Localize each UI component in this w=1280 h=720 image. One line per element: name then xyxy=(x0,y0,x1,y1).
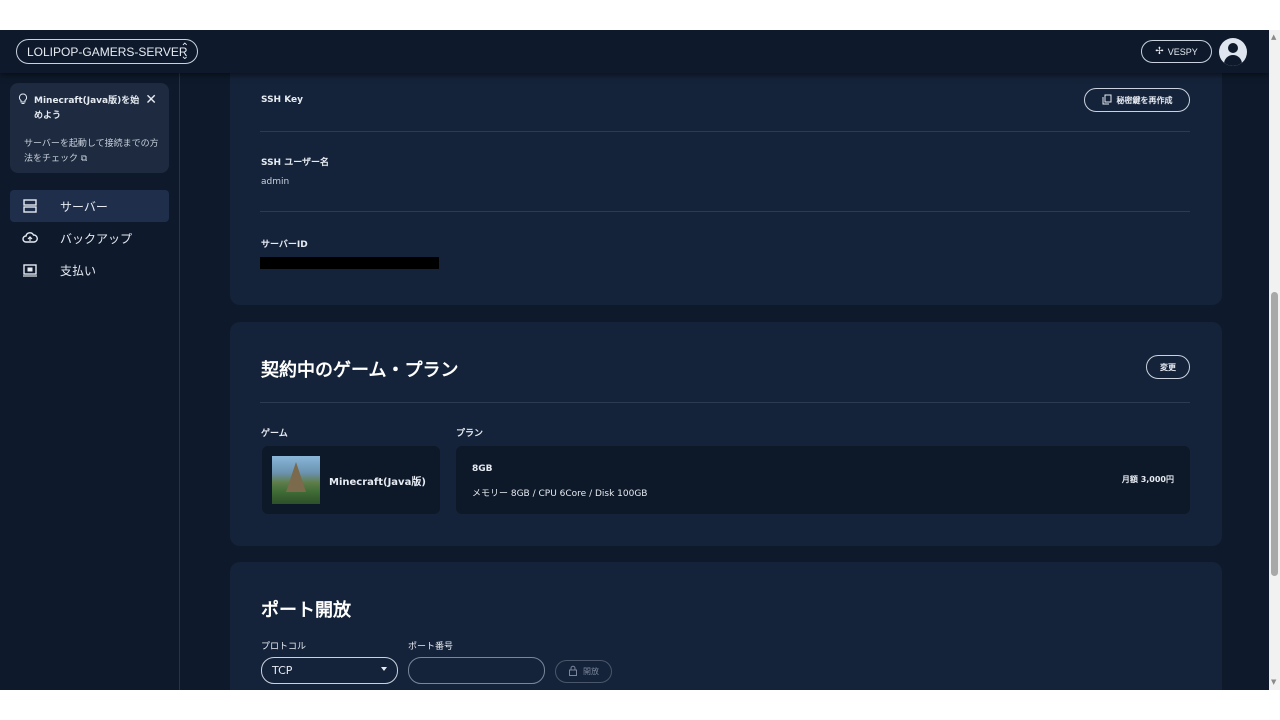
server-selector[interactable]: LOLIPOP-GAMERS-SERVER ⌃ ⌄ xyxy=(16,39,198,64)
avatar-head xyxy=(1228,43,1238,53)
change-plan-button[interactable]: 変更 xyxy=(1146,355,1190,379)
port-card: ポート開放 プロトコル ポート番号 TCP 開放 xyxy=(230,562,1222,690)
sidebar-item-label: サーバー xyxy=(60,199,108,214)
tip-body[interactable]: サーバーを起動して接続までの方法をチェック ⧉ xyxy=(24,137,164,167)
protocol-value: TCP xyxy=(272,664,293,677)
browser-bottom-area xyxy=(0,690,1280,720)
unfold-icon: ⌃ ⌄ xyxy=(180,42,189,62)
scrollbar-thumb[interactable] xyxy=(1271,292,1278,576)
top-header: LOLIPOP-GAMERS-SERVER ⌃ ⌄ ✢ VESPY xyxy=(0,30,1269,73)
divider xyxy=(260,211,1190,212)
plan-price: 月額 3,000円 xyxy=(1121,475,1174,484)
divider xyxy=(260,131,1190,132)
avatar-body xyxy=(1224,55,1242,66)
game-label: ゲーム xyxy=(261,429,288,439)
plan-card: 契約中のゲーム・プラン 変更 ゲーム プラン Minecraft(Java版) … xyxy=(230,322,1222,546)
plan-spec: メモリー 8GB / CPU 6Core / Disk 100GB xyxy=(472,489,648,499)
sidebar-item-label: バックアップ xyxy=(60,231,133,246)
protocol-select[interactable]: TCP xyxy=(261,657,398,684)
avatar[interactable] xyxy=(1219,38,1247,66)
server-id-label: サーバーID xyxy=(261,240,308,250)
plan-section-title: 契約中のゲーム・プラン xyxy=(261,360,459,381)
minecraft-thumbnail xyxy=(272,456,320,504)
game-box: Minecraft(Java版) xyxy=(262,446,440,514)
user-name: VESPY xyxy=(1167,46,1198,57)
close-icon[interactable]: ✕ xyxy=(145,92,157,108)
page-scrollbar[interactable]: ▲ ▼ xyxy=(1269,30,1280,690)
sidebar-item-server[interactable]: サーバー xyxy=(10,190,169,222)
ssh-key-label: SSH Key xyxy=(261,95,304,105)
external-link-icon: ⧉ xyxy=(80,154,88,164)
server-id-redacted xyxy=(260,257,439,269)
server-name: LOLIPOP-GAMERS-SERVER xyxy=(27,44,188,59)
plan-label: プラン xyxy=(456,429,484,439)
tip-body-text: サーバーを起動して接続までの方法をチェック xyxy=(24,139,159,164)
cloud-upload-icon xyxy=(22,230,38,246)
scroll-up-icon[interactable]: ▲ xyxy=(1271,33,1276,41)
server-icon xyxy=(22,198,38,214)
sparkle-icon: ✢ xyxy=(1155,46,1164,57)
scroll-down-icon[interactable]: ▼ xyxy=(1271,678,1276,686)
change-plan-label: 変更 xyxy=(1160,362,1176,372)
lightbulb-icon xyxy=(18,93,28,108)
port-input[interactable] xyxy=(408,657,545,684)
ssh-user-value: admin xyxy=(261,177,290,187)
main-content: SSH Key 秘密鍵を再作成 SSH ユーザー名 admin サーバーID 契… xyxy=(180,73,1269,690)
sidebar-nav: サーバー バックアップ 支払い xyxy=(10,190,169,286)
sidebar: Minecraft(Java版)を始めよう ✕ サーバーを起動して接続までの方法… xyxy=(0,73,180,690)
caret-down-icon xyxy=(381,667,387,671)
plan-name: 8GB xyxy=(472,464,493,474)
ssh-card: SSH Key 秘密鍵を再作成 SSH ユーザー名 admin サーバーID xyxy=(230,73,1222,305)
tip-title: Minecraft(Java版)を始めよう xyxy=(34,96,140,121)
lock-icon xyxy=(568,665,578,678)
app-window: LOLIPOP-GAMERS-SERVER ⌃ ⌄ ✢ VESPY Minecra… xyxy=(0,30,1269,690)
open-port-label: 開放 xyxy=(583,667,599,676)
open-port-button[interactable]: 開放 xyxy=(555,660,612,683)
sidebar-item-payment[interactable]: 支払い xyxy=(10,254,169,286)
game-name: Minecraft(Java版) xyxy=(329,477,426,488)
tip-card: Minecraft(Java版)を始めよう ✕ サーバーを起動して接続までの方法… xyxy=(10,83,169,173)
port-label: ポート番号 xyxy=(408,642,454,652)
divider xyxy=(260,402,1190,403)
payment-icon xyxy=(22,262,38,278)
plan-box: 8GB メモリー 8GB / CPU 6Core / Disk 100GB 月額… xyxy=(456,446,1190,514)
user-chip[interactable]: ✢ VESPY xyxy=(1141,40,1212,63)
protocol-label: プロトコル xyxy=(261,642,307,652)
sidebar-item-label: 支払い xyxy=(60,263,97,278)
copy-icon xyxy=(1102,94,1112,107)
ssh-user-label: SSH ユーザー名 xyxy=(261,158,330,168)
sidebar-item-backup[interactable]: バックアップ xyxy=(10,222,169,254)
browser-top-area xyxy=(0,0,1280,30)
port-section-title: ポート開放 xyxy=(261,600,351,621)
regenerate-key-label: 秘密鍵を再作成 xyxy=(1116,95,1173,105)
regenerate-key-button[interactable]: 秘密鍵を再作成 xyxy=(1084,88,1190,112)
